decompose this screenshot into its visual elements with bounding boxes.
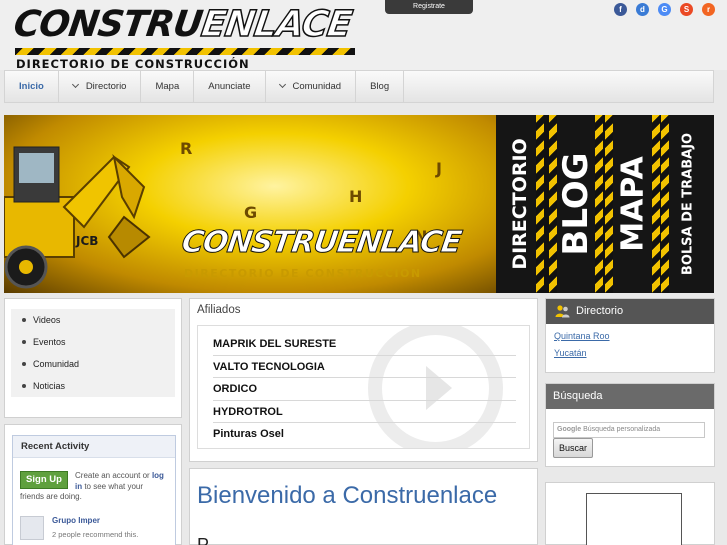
- key-label: J: [436, 159, 442, 178]
- nav-item-label: Inicio: [19, 81, 44, 92]
- banner-tab-label: MAPA: [615, 156, 650, 252]
- facebook-icon[interactable]: f: [614, 3, 627, 16]
- afiliado-link[interactable]: HYDROTROL: [213, 401, 516, 423]
- busqueda-title: Búsqueda: [546, 384, 714, 409]
- afiliado-link[interactable]: MAPRIK DEL SURESTE: [213, 333, 516, 356]
- search-placeholder: Búsqueda personalizada: [583, 426, 661, 433]
- banner-tab-blog[interactable]: BLOG: [549, 115, 603, 293]
- nav-item-label: Blog: [370, 81, 390, 92]
- backhoe-image: JCB: [4, 146, 151, 289]
- nav-item-mapa[interactable]: Mapa: [141, 71, 195, 102]
- nav-item-label: Directorio: [85, 81, 127, 92]
- banner-brand: CONSTRUENLACE: [179, 225, 464, 261]
- directorio-header: Directorio: [546, 299, 714, 324]
- busqueda-panel: Búsqueda Google Búsqueda personalizada Bu…: [545, 383, 715, 467]
- nav-item-label: Mapa: [155, 81, 180, 92]
- link-yucatan[interactable]: Yucatán: [554, 348, 714, 358]
- side-menu-item-eventos[interactable]: Eventos: [11, 331, 175, 353]
- ad-panel: [545, 482, 715, 545]
- recent-activity-widget: Recent Activity Sign Up Create an accoun…: [4, 424, 182, 545]
- key-label: G: [244, 203, 258, 222]
- directorio-title: Directorio: [576, 305, 624, 317]
- nav-item-inicio[interactable]: Inicio: [5, 71, 59, 102]
- activity-link[interactable]: Grupo Imper: [52, 516, 100, 525]
- banner-tab-directorio[interactable]: DIRECTORIO: [496, 115, 544, 293]
- google-icon[interactable]: G: [658, 3, 671, 16]
- nav-item-label: Comunidad: [292, 81, 342, 92]
- friends-text: friends are doing.: [20, 492, 82, 501]
- logo-wordmark: CONSTRUENLACE: [11, 3, 355, 46]
- welcome-title: Bienvenido a Construenlace: [197, 482, 498, 509]
- side-menu-item-videos[interactable]: Videos: [11, 309, 175, 331]
- directorio-panel: Directorio Quintana Roo Yucatán: [545, 298, 715, 373]
- rss-icon[interactable]: r: [702, 3, 715, 16]
- users-icon: [555, 305, 570, 318]
- nav-item-directorio[interactable]: Directorio: [59, 71, 142, 102]
- welcome-text: P: [197, 535, 210, 545]
- keyboard-keys: R G H J N: [174, 135, 494, 246]
- hazard-stripe: [15, 48, 355, 55]
- search-input[interactable]: Google Búsqueda personalizada: [553, 422, 705, 438]
- banner-tab-bolsa-de-trabajo[interactable]: BOLSA DE TRABAJO: [661, 115, 714, 293]
- banner-tab-mapa[interactable]: MAPA: [605, 115, 660, 293]
- register-button[interactable]: Registrate: [385, 0, 473, 14]
- signup-button[interactable]: Sign Up: [20, 471, 68, 489]
- logo-subtitle: DIRECTORIO DE CONSTRUCCIÓN: [16, 57, 250, 71]
- afiliado-link[interactable]: VALTO TECNOLOGIA: [213, 356, 516, 378]
- site-logo[interactable]: CONSTRUENLACE DIRECTORIO DE CONSTRUCCIÓN: [10, 3, 360, 71]
- svg-text:JCB: JCB: [75, 234, 98, 248]
- banner-tab-label: BOLSA DE TRABAJO: [680, 132, 695, 276]
- afiliados-panel: Afiliados MAPRIK DEL SURESTE VALTO TECNOL…: [189, 298, 538, 462]
- hero-banner[interactable]: R G H J N JCB CONSTRUENLACE DIRECTORIO D…: [4, 115, 714, 293]
- main-nav: Inicio Directorio Mapa Anunciate Comunidad Bl…: [4, 70, 714, 103]
- banner-brand-subtitle: DIRECTORIO DE CONSTRUCCIÓN: [184, 267, 422, 280]
- banner-tab-label: DIRECTORIO: [509, 138, 531, 270]
- delicious-icon[interactable]: d: [636, 3, 649, 16]
- welcome-panel: Bienvenido a Construenlace P: [189, 468, 538, 545]
- activity-thumbnail[interactable]: [20, 516, 44, 540]
- site-header: CONSTRUENLACE DIRECTORIO DE CONSTRUCCIÓN…: [0, 0, 727, 71]
- recent-activity-title: Recent Activity: [13, 436, 175, 458]
- banner-tab-label: BLOG: [556, 152, 596, 256]
- nav-item-label: Anunciate: [208, 81, 251, 92]
- google-logo: Google: [557, 426, 582, 433]
- stumbleupon-icon[interactable]: S: [680, 3, 693, 16]
- social-icons: fdGSr: [614, 3, 715, 16]
- afiliados-title: Afiliados: [197, 304, 241, 316]
- side-menu-item-comunidad[interactable]: Comunidad: [11, 353, 175, 375]
- key-label: R: [180, 139, 193, 158]
- link-quintana-roo[interactable]: Quintana Roo: [554, 331, 714, 341]
- side-menu-item-noticias[interactable]: Noticias: [11, 375, 175, 397]
- nav-item-comunidad[interactable]: Comunidad: [266, 71, 357, 102]
- nav-item-blog[interactable]: Blog: [356, 71, 405, 102]
- activity-meta: 2 people recommend this.: [52, 530, 139, 539]
- search-button[interactable]: Buscar: [553, 438, 593, 458]
- signup-text: Create an account or log in to see what …: [75, 471, 164, 491]
- ad-placeholder[interactable]: [586, 493, 682, 545]
- afiliado-link[interactable]: ORDICO: [213, 378, 516, 401]
- banner-photo: R G H J N JCB CONSTRUENLACE DIRECTORIO D…: [4, 115, 496, 293]
- chevron-down-icon: [278, 80, 286, 89]
- afiliado-link[interactable]: Pinturas Osel: [213, 423, 516, 446]
- chevron-down-icon: [71, 80, 79, 89]
- side-menu: Videos Eventos Comunidad Noticias: [4, 298, 182, 418]
- nav-item-anunciate[interactable]: Anunciate: [194, 71, 266, 102]
- key-label: H: [349, 187, 363, 206]
